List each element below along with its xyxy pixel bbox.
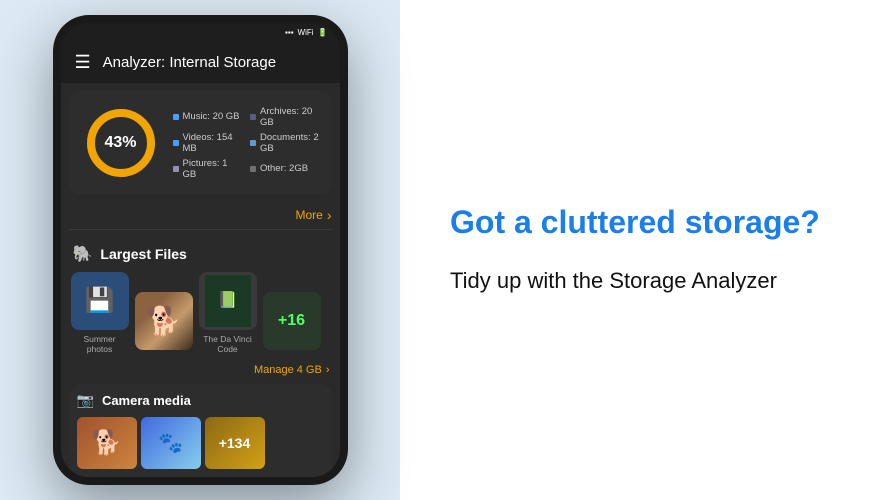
- camera-thumb-more[interactable]: +134: [205, 417, 265, 469]
- file-label-summer: Summer photos: [71, 334, 129, 354]
- files-icon: 🐘: [73, 244, 93, 264]
- camera-thumb-2[interactable]: [141, 417, 201, 469]
- promo-subheadline: Tidy up with the Storage Analyzer: [450, 266, 839, 297]
- promo-headline: Got a cluttered storage?: [450, 203, 839, 241]
- status-bar: ▪▪▪ WiFi 🔋: [61, 23, 340, 42]
- file-thumb-more: +16: [263, 292, 321, 350]
- camera-section: 📷 Camera media +134: [69, 384, 332, 477]
- legend-dot-documents: [250, 140, 256, 146]
- chevron-right-icon: ›: [327, 207, 332, 223]
- menu-icon[interactable]: ☰: [75, 53, 91, 71]
- file-thumb-dog: [135, 292, 193, 350]
- top-bar: ☰ Analyzer: Internal Storage: [61, 42, 340, 83]
- legend-dot-archives: [250, 114, 256, 120]
- signal-icon: ▪▪▪: [285, 28, 294, 37]
- storage-card: 43% Music: 20 GB Archives: 20 GB: [69, 91, 332, 195]
- legend-dot-music: [173, 114, 179, 120]
- text-section: Got a cluttered storage? Tidy up with th…: [400, 0, 889, 500]
- more-count-label: +16: [278, 312, 305, 330]
- legend-dot-other: [250, 166, 256, 172]
- usb-icon: 💾: [85, 286, 115, 315]
- file-item-more[interactable]: +16: [263, 292, 321, 354]
- battery-icon: 🔋: [318, 28, 328, 37]
- manage-row[interactable]: Manage 4 GB ›: [61, 362, 340, 384]
- manage-button[interactable]: Manage 4 GB ›: [254, 364, 330, 376]
- legend-dot-pictures: [173, 166, 179, 172]
- legend-videos: Videos: 154 MB: [173, 132, 243, 154]
- legend-documents: Documents: 2 GB: [250, 132, 320, 154]
- donut-chart: 43%: [81, 103, 161, 183]
- screen-title: Analyzer: Internal Storage: [103, 54, 276, 71]
- camera-thumbs: +134: [77, 417, 324, 469]
- file-item-book[interactable]: 📗 The Da Vinci Code: [199, 272, 257, 354]
- book-icon: 📗: [218, 291, 238, 310]
- storage-percentage: 43%: [104, 134, 136, 152]
- legend-music: Music: 20 GB: [173, 106, 243, 128]
- camera-title: Camera media: [102, 393, 191, 408]
- files-row: 💾 Summer photos 📗: [61, 272, 340, 362]
- wifi-icon: WiFi: [298, 28, 314, 37]
- file-label-book: The Da Vinci Code: [199, 334, 257, 354]
- camera-header: 📷 Camera media: [77, 392, 324, 409]
- file-thumb-book: 📗: [199, 272, 257, 330]
- phone-screen: ▪▪▪ WiFi 🔋 ☰ Analyzer: Internal Storage: [61, 23, 340, 477]
- phone-section: ▪▪▪ WiFi 🔋 ☰ Analyzer: Internal Storage: [0, 0, 400, 500]
- file-item-dog[interactable]: [135, 292, 193, 354]
- legend-other: Other: 2GB: [250, 158, 320, 180]
- legend-pictures: Pictures: 1 GB: [173, 158, 243, 180]
- legend-dot-videos: [173, 140, 179, 146]
- more-row[interactable]: More ›: [61, 203, 340, 229]
- storage-legend: Music: 20 GB Archives: 20 GB Videos: 154…: [173, 106, 320, 180]
- page-wrapper: ▪▪▪ WiFi 🔋 ☰ Analyzer: Internal Storage: [0, 0, 889, 500]
- manage-chevron-icon: ›: [326, 364, 330, 376]
- camera-icon: 📷: [77, 392, 94, 409]
- largest-files-header: 🐘 Largest Files: [61, 238, 340, 272]
- file-item-summer-photos[interactable]: 💾 Summer photos: [71, 272, 129, 354]
- divider: [69, 229, 332, 230]
- camera-thumb-1[interactable]: [77, 417, 137, 469]
- more-button[interactable]: More ›: [295, 207, 331, 223]
- file-thumb-usb: 💾: [71, 272, 129, 330]
- legend-archives: Archives: 20 GB: [250, 106, 320, 128]
- book-cover: 📗: [205, 275, 251, 327]
- phone-outer: ▪▪▪ WiFi 🔋 ☰ Analyzer: Internal Storage: [53, 15, 348, 485]
- largest-files-title: Largest Files: [100, 246, 186, 262]
